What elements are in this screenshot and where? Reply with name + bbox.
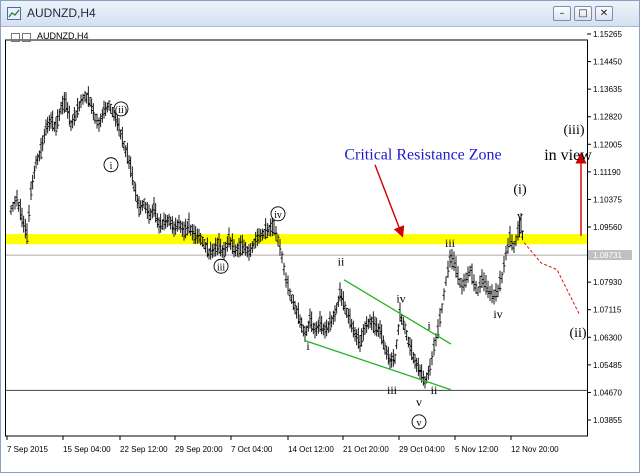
- wave-label: i: [110, 161, 113, 172]
- wave-label: (ii): [569, 326, 586, 341]
- wave-label: iv: [493, 307, 502, 321]
- wave-label: iii: [387, 383, 398, 397]
- window-title: AUDNZD,H4: [27, 6, 96, 20]
- chart-window-icon: [7, 7, 21, 20]
- x-axis-tick-label: 7 Sep 2015: [7, 445, 48, 454]
- wave-label: (i): [513, 182, 527, 197]
- wave-label: in view: [544, 147, 592, 164]
- y-axis-tick-label: 1.06300: [593, 333, 622, 342]
- chart-scale-icon: [22, 33, 31, 42]
- y-axis-tick-label: 1.03855: [593, 416, 622, 425]
- current-price-label: 1.08731: [593, 251, 622, 260]
- y-axis-tick-label: 1.05485: [593, 361, 622, 370]
- wave-label: v: [416, 395, 422, 409]
- wedge-trendline: [304, 340, 452, 391]
- y-axis-tick-label: 1.12005: [593, 140, 622, 149]
- projection-path: [523, 242, 580, 314]
- y-axis-tick-label: 1.13635: [593, 85, 622, 94]
- wave-label: iv: [274, 210, 282, 221]
- y-axis-tick-label: 1.15265: [593, 30, 622, 39]
- resistance-zone: [6, 234, 587, 245]
- chart-area[interactable]: (ii) i iv iii v ii i iv i iii ii v iii iv v (i) (ii) (iii…: [5, 28, 637, 470]
- y-axis-tick-label: 1.11190: [593, 168, 621, 177]
- wave-label: iii: [445, 236, 456, 250]
- minimize-icon[interactable]: –: [553, 6, 571, 21]
- y-axis-tick-label: 1.07930: [593, 278, 622, 287]
- x-axis-tick-label: 29 Oct 04:00: [399, 445, 445, 454]
- wave-label: iii: [217, 262, 226, 273]
- y-axis-tick-label: 1.12820: [593, 113, 622, 122]
- wave-label: v: [517, 209, 523, 223]
- x-axis-tick-label: 21 Oct 20:00: [343, 445, 389, 454]
- x-axis-tick-label: 29 Sep 20:00: [175, 445, 223, 454]
- y-axis-tick-label: 1.09560: [593, 223, 622, 232]
- symbol-timeframe-label: AUDNZD,H4: [37, 31, 89, 41]
- wave-label: ii: [431, 383, 438, 397]
- wave-label: ii: [338, 254, 345, 268]
- chart-settings-icon: [11, 33, 20, 42]
- wave-label: i: [306, 339, 310, 353]
- y-axis-tick-label: 1.14450: [593, 58, 622, 67]
- y-axis-tick-label: 1.07115: [593, 306, 622, 315]
- x-axis-tick-label: 12 Nov 20:00: [511, 445, 559, 454]
- x-axis-tick-label: 14 Oct 12:00: [288, 445, 334, 454]
- maximize-icon[interactable]: □: [574, 6, 592, 21]
- wave-label: i: [427, 319, 431, 333]
- y-axis-tick-label: 1.10375: [593, 195, 622, 204]
- annotation-label: Critical Resistance Zone: [344, 147, 501, 164]
- wave-label: v: [417, 418, 422, 429]
- close-icon[interactable]: ✕: [595, 6, 613, 21]
- red-arrow: [374, 164, 405, 238]
- chart-window: AUDNZD,H4 – □ ✕ (ii) i iv iii v ii i iv i iii ii v i…: [0, 0, 640, 473]
- wedge-trendline: [343, 279, 452, 345]
- x-axis-tick-label: 15 Sep 04:00: [63, 445, 111, 454]
- y-axis-tick-label: 1.04670: [593, 388, 622, 397]
- wave-label: (iii): [564, 123, 585, 138]
- title-bar[interactable]: AUDNZD,H4 – □ ✕: [1, 1, 639, 27]
- x-axis-tick-label: 22 Sep 12:00: [120, 445, 168, 454]
- price-chart[interactable]: (ii)iiviiiviiiiviiii iiviiiivv(i)(ii)(iii…: [5, 28, 637, 470]
- wave-label: (ii): [115, 105, 127, 116]
- x-axis-tick-label: 5 Nov 12:00: [455, 445, 499, 454]
- wave-label: iv: [396, 292, 405, 306]
- x-axis-tick-label: 7 Oct 04:00: [231, 445, 273, 454]
